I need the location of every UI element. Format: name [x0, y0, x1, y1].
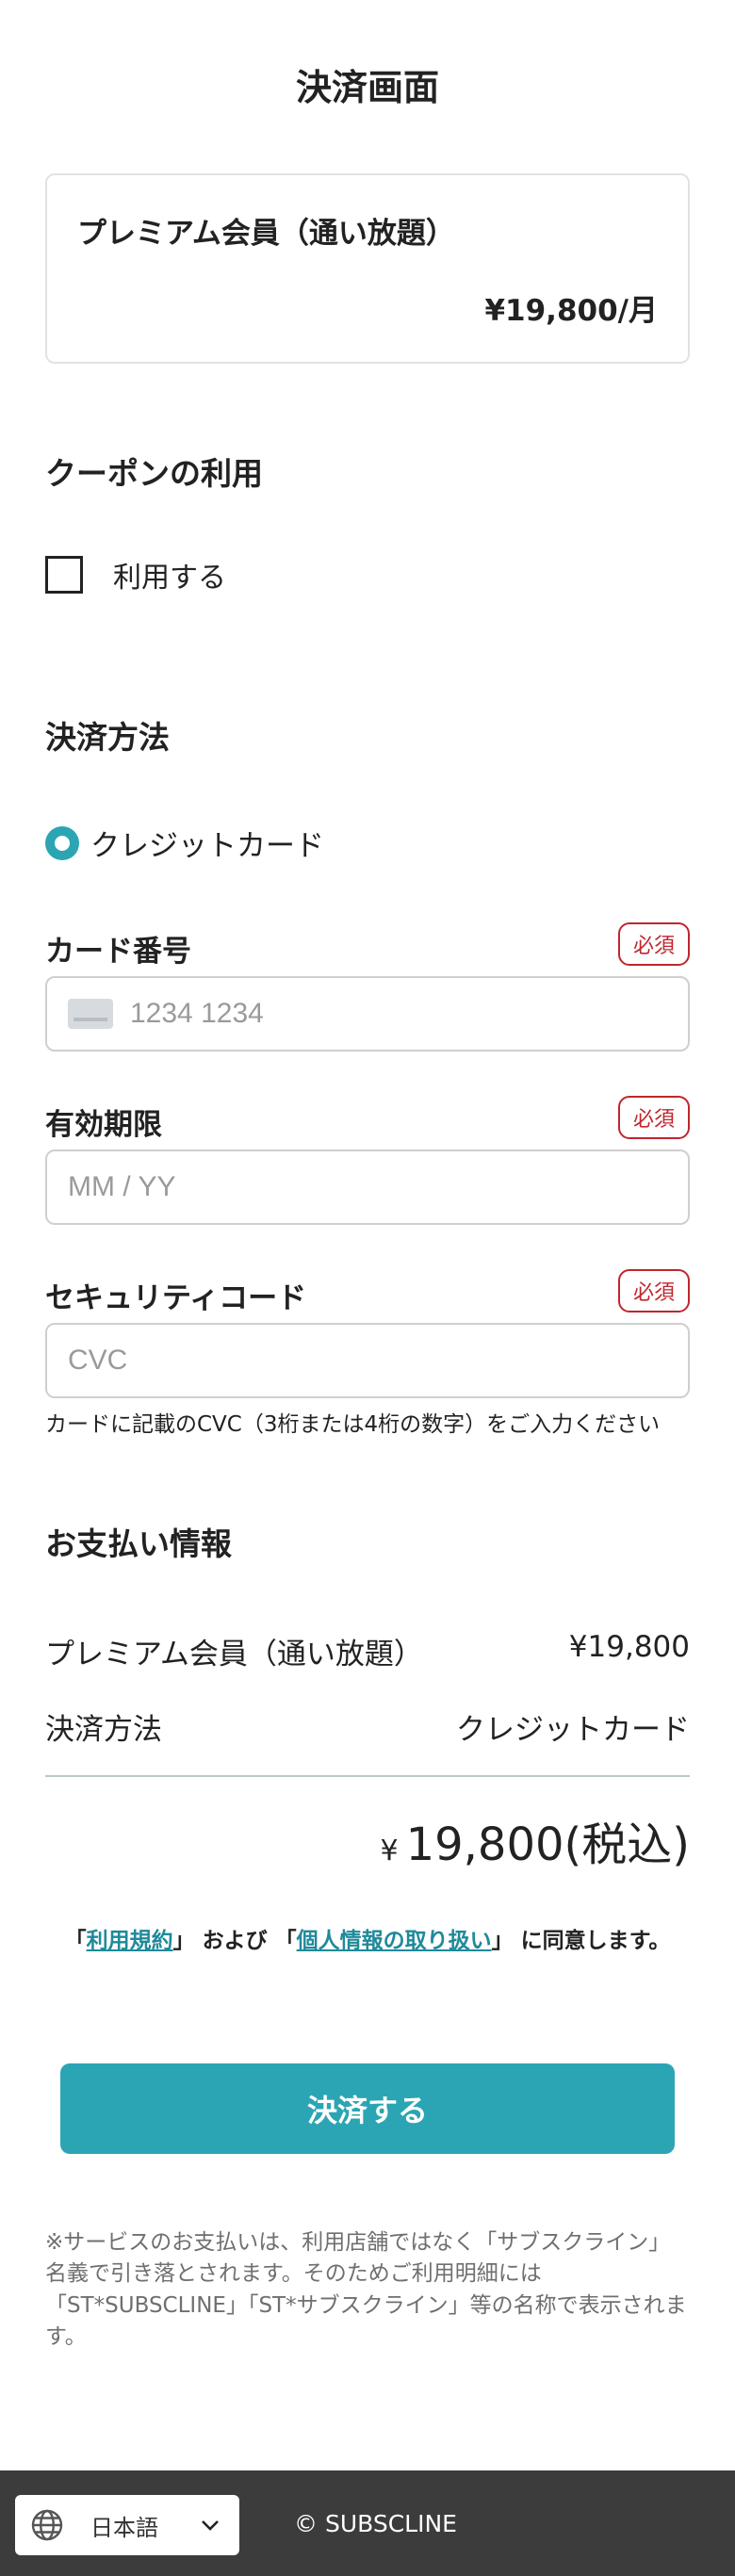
expiry-required-badge: 必須	[618, 1096, 690, 1139]
pay-button[interactable]: 決済する	[60, 2063, 675, 2154]
expiry-label: 有効期限	[45, 1108, 162, 1142]
card-number-input[interactable]	[130, 998, 688, 1030]
agreement-close: 」 に同意します。	[491, 1929, 671, 1953]
security-code-input[interactable]	[68, 1345, 688, 1377]
coupon-checkbox[interactable]	[45, 556, 83, 594]
coupon-checkbox-row[interactable]: 利用する	[45, 554, 226, 595]
language-select[interactable]: 日本語	[15, 2495, 239, 2555]
plan-price: ¥19,800/月	[484, 294, 658, 328]
card-number-field[interactable]	[45, 976, 690, 1052]
credit-card-radio-label[interactable]: クレジットカード	[90, 822, 324, 864]
security-code-field[interactable]	[45, 1323, 690, 1398]
expiry-field[interactable]	[45, 1149, 690, 1225]
credit-card-icon	[68, 999, 113, 1029]
summary-row-label: 決済方法	[45, 1713, 162, 1747]
total-amount: ¥ 19,800(税込)	[380, 1807, 690, 1873]
privacy-link[interactable]: 個人情報の取り扱い	[297, 1929, 492, 1953]
terms-link[interactable]: 利用規約	[87, 1929, 173, 1953]
total-value: 19,800(税込)	[405, 1818, 690, 1871]
summary-row-plan: プレミアム会員（通い放題） ¥19,800	[45, 1630, 690, 1672]
language-label: 日本語	[90, 2514, 158, 2541]
coupon-section-title: クーポンの利用	[45, 455, 263, 492]
agreement-open: 「	[64, 1929, 87, 1953]
summary-row-value: ¥19,800	[568, 1630, 690, 1664]
chevron-down-icon	[202, 2520, 219, 2531]
security-code-hint: カードに記載のCVC（3桁または4桁の数字）をご入力ください	[45, 1412, 661, 1437]
coupon-checkbox-label[interactable]: 利用する	[113, 554, 226, 595]
payment-method-section-title: 決済方法	[45, 719, 170, 756]
summary-section-title: お支払い情報	[45, 1525, 232, 1562]
summary-row-value: クレジットカード	[456, 1713, 690, 1747]
plan-card: プレミアム会員（通い放題） ¥19,800/月	[45, 173, 690, 364]
card-number-label: カード番号	[45, 935, 191, 969]
globe-icon	[31, 2509, 63, 2541]
page-title: 決済画面	[295, 67, 439, 108]
total-currency: ¥	[380, 1834, 399, 1867]
card-number-required-badge: 必須	[618, 922, 690, 966]
plan-name: プレミアム会員（通い放題）	[77, 217, 455, 251]
agreement-mid: 」 および 「	[172, 1929, 297, 1953]
footer: 日本語 © SUBSCLINE	[0, 2470, 735, 2576]
payment-notice: ※サービスのお支払いは、利用店舗ではなく「サブスクライン」名義で引き落とされます…	[45, 2230, 687, 2350]
summary-row-method: 決済方法 クレジットカード	[45, 1705, 690, 1748]
security-code-label: セキュリティコード	[45, 1281, 307, 1315]
credit-card-radio[interactable]	[45, 825, 79, 860]
payment-method-option[interactable]: クレジットカード	[45, 822, 324, 864]
expiry-input[interactable]	[68, 1171, 688, 1203]
copyright: © SUBSCLINE	[294, 2510, 457, 2537]
summary-row-label: プレミアム会員（通い放題）	[45, 1638, 423, 1671]
summary-divider	[45, 1775, 690, 1777]
agreement-text: 「利用規約」 および 「個人情報の取り扱い」 に同意します。	[45, 1926, 690, 1956]
security-code-required-badge: 必須	[618, 1269, 690, 1312]
